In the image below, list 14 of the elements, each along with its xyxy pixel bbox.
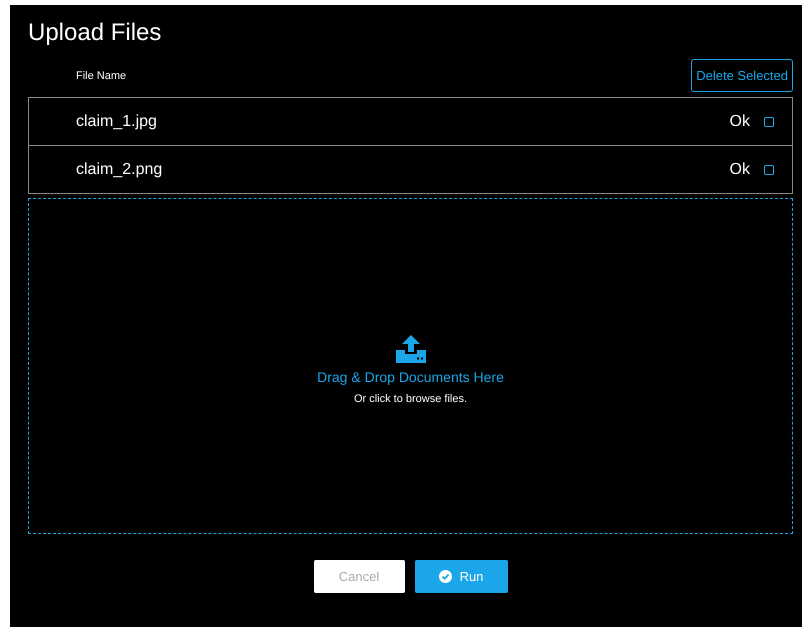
file-status: Ok [730,160,750,178]
upload-icon [396,335,426,363]
panel-title: Upload Files [28,23,162,43]
row-checkbox[interactable] [764,116,774,126]
file-name: claim_2.png [76,160,164,178]
column-header: File Name [75,70,126,82]
browse-hint: Or click to browse files. [354,393,468,405]
file-name: claim_1.jpg [76,112,158,130]
check-circle-icon [438,570,452,583]
file-status: Ok [730,112,750,130]
row-checkbox[interactable] [764,164,774,174]
drop-zone[interactable]: Drag & Drop Documents Here Or click to browse files. [28,198,793,534]
delete-selected-button[interactable]: Delete Selected [691,59,793,92]
drop-heading: Drag & Drop Documents Here [317,369,504,385]
